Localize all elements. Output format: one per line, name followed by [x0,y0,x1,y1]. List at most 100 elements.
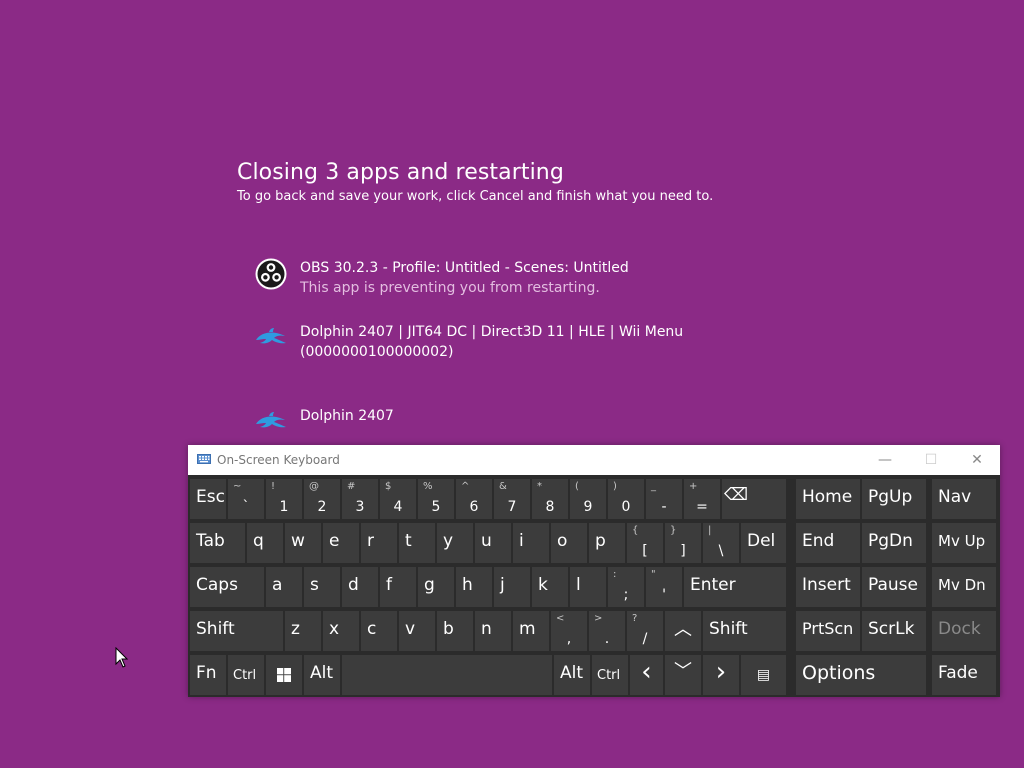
restart-title: Closing 3 apps and restarting [237,160,564,185]
key-insert[interactable]: Insert [796,567,860,607]
key-tilde[interactable]: ~ ` [228,479,264,519]
arrow-left-icon: ‹ [641,657,652,687]
key-l[interactable]: l [570,567,606,607]
key-o[interactable]: o [551,523,587,563]
key-comma[interactable]: <, [551,611,587,651]
key-0[interactable]: ) 0 [608,479,644,519]
minimize-button[interactable]: — [862,445,908,475]
key-z[interactable]: z [285,611,321,651]
key-q[interactable]: q [247,523,283,563]
osk-titlebar[interactable]: On-Screen Keyboard — ☐ ✕ [188,445,1000,475]
key-equals[interactable]: + = [684,479,720,519]
key-shift-left[interactable]: Shift [190,611,283,651]
key-options[interactable]: Options [796,655,926,695]
key-end[interactable]: End [796,523,860,563]
osk-title: On-Screen Keyboard [217,453,340,467]
key-prtscn[interactable]: PrtScn [796,611,860,651]
arrow-down-icon: ﹀ [674,661,692,682]
arrow-right-icon: › [715,657,727,687]
key-quote[interactable]: " ' [646,567,682,607]
key-6[interactable]: ^ 6 [456,479,492,519]
key-w[interactable]: w [285,523,321,563]
key-semicolon[interactable]: :; [608,567,644,607]
key-2[interactable]: @2 [304,479,340,519]
osk-keys: Esc ~ ` ! 1 @2 #3 $4 % 5 ^ 6 & 7 * 8 (9 ) 0 _ - … [188,475,1000,697]
dolphin-icon [256,328,286,344]
key-v[interactable]: v [399,611,435,651]
key-period[interactable]: >. [589,611,625,651]
key-k[interactable]: k [532,567,568,607]
key-fade[interactable]: Fade [932,655,996,695]
key-7[interactable]: & 7 [494,479,530,519]
key-p[interactable]: p [589,523,625,563]
restart-subtitle: To go back and save your work, click Can… [237,189,714,204]
key-n[interactable]: n [475,611,511,651]
restart-screen: Closing 3 apps and restarting To go back… [0,0,1024,768]
key-ctrl-right[interactable]: Ctrl [592,655,628,695]
key-s[interactable]: s [304,567,340,607]
key-8[interactable]: * 8 [532,479,568,519]
key-minus[interactable]: _ - [646,479,682,519]
key-i[interactable]: i [513,523,549,563]
key-windows[interactable] [266,655,302,695]
key-rbracket[interactable]: }] [665,523,701,563]
key-d[interactable]: d [342,567,378,607]
key-4[interactable]: $4 [380,479,416,519]
close-button[interactable]: ✕ [954,445,1000,475]
app-name: Dolphin 2407 | JIT64 DC | Direct3D 11 | … [300,324,684,340]
key-down[interactable]: ﹀ [665,655,701,695]
key-r[interactable]: r [361,523,397,563]
key-up[interactable]: ︿ [665,611,701,651]
key-9[interactable]: (9 [570,479,606,519]
arrow-up-icon: ︿ [674,619,692,640]
key-1[interactable]: ! 1 [266,479,302,519]
key-shift-right[interactable]: Shift [703,611,786,651]
obs-icon [255,258,287,290]
key-menu[interactable]: ▤ [741,655,786,695]
key-caps[interactable]: Caps [190,567,264,607]
app-status: This app is preventing you from restarti… [300,280,600,296]
key-del[interactable]: Del [741,523,786,563]
key-backslash[interactable]: | \ [703,523,739,563]
key-t[interactable]: t [399,523,435,563]
key-alt-left[interactable]: Alt [304,655,340,695]
key-3[interactable]: #3 [342,479,378,519]
key-x[interactable]: x [323,611,359,651]
key-mvup[interactable]: Mv Up [932,523,996,563]
key-g[interactable]: g [418,567,454,607]
key-u[interactable]: u [475,523,511,563]
key-lbracket[interactable]: {[ [627,523,663,563]
key-c[interactable]: c [361,611,397,651]
key-slash[interactable]: ? / [627,611,663,651]
key-m[interactable]: m [513,611,549,651]
key-mvdn[interactable]: Mv Dn [932,567,996,607]
key-a[interactable]: a [266,567,302,607]
key-home[interactable]: Home [796,479,860,519]
key-right[interactable]: › [703,655,739,695]
key-scrlk[interactable]: ScrLk [862,611,926,651]
key-dock[interactable]: Dock [932,611,996,651]
key-j[interactable]: j [494,567,530,607]
key-backspace[interactable]: ⌫ [722,479,786,519]
key-space[interactable] [342,655,552,695]
key-enter[interactable]: Enter [684,567,786,607]
restart-panel: Closing 3 apps and restarting To go back… [237,158,797,206]
key-pgup[interactable]: PgUp [862,479,926,519]
key-e[interactable]: e [323,523,359,563]
key-b[interactable]: b [437,611,473,651]
maximize-button[interactable]: ☐ [908,445,954,475]
key-pgdn[interactable]: PgDn [862,523,926,563]
key-5[interactable]: % 5 [418,479,454,519]
app-name: Dolphin 2407 [300,408,394,424]
key-f[interactable]: f [380,567,416,607]
key-pause[interactable]: Pause [862,567,926,607]
key-tab[interactable]: Tab [190,523,245,563]
key-ctrl-left[interactable]: Ctrl [228,655,264,695]
key-fn[interactable]: Fn [190,655,226,695]
key-esc[interactable]: Esc [190,479,226,519]
key-nav[interactable]: Nav [932,479,996,519]
key-left[interactable]: ‹ [630,655,663,695]
key-h[interactable]: h [456,567,492,607]
key-y[interactable]: y [437,523,473,563]
key-alt-right[interactable]: Alt [554,655,590,695]
